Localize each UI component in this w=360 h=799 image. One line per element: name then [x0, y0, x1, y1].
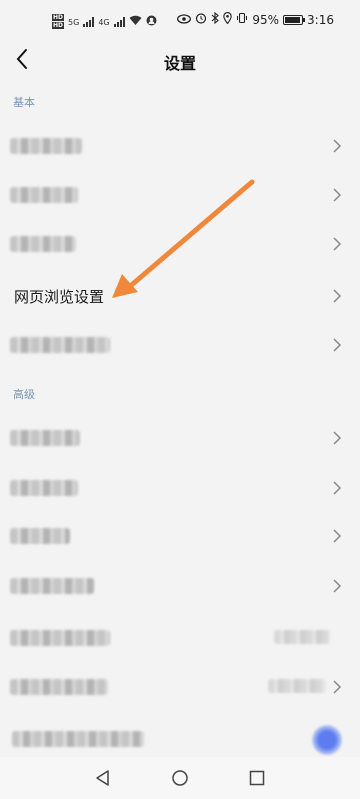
- blurred-label: [10, 430, 80, 446]
- chevron-right-icon: [332, 236, 342, 252]
- list-item[interactable]: [0, 512, 360, 560]
- chevron-right-icon: [332, 528, 342, 544]
- blurred-label: [10, 337, 110, 353]
- blurred-label: [10, 187, 78, 203]
- chevron-right-icon: [332, 288, 342, 304]
- location-icon: [223, 12, 233, 27]
- blurred-label: [10, 578, 94, 594]
- square-recents-icon: [249, 770, 265, 786]
- signal-icon-2: [113, 17, 125, 27]
- page-title: 设置: [163, 54, 196, 73]
- blurred-label: [10, 480, 78, 496]
- blurred-label: [10, 138, 82, 154]
- list-item[interactable]: [0, 171, 360, 219]
- list-item[interactable]: [0, 122, 360, 170]
- list-item[interactable]: [0, 220, 360, 268]
- list-item[interactable]: [0, 321, 360, 369]
- wifi-icon: [129, 15, 142, 29]
- blurred-label: [10, 236, 76, 252]
- status-bar: HD HD 5G 4G 95% 3:16: [0, 0, 360, 40]
- toggle-indicator: [312, 725, 342, 755]
- chevron-right-icon: [332, 578, 342, 594]
- sim-indicator: HD HD: [52, 14, 65, 30]
- list-item[interactable]: [0, 464, 360, 512]
- sim1-label: HD: [52, 14, 65, 21]
- list-item[interactable]: [0, 414, 360, 462]
- blurred-label: [10, 630, 110, 646]
- chevron-right-icon: [332, 138, 342, 154]
- chevron-right-icon: [332, 679, 342, 695]
- chevron-right-icon: [332, 430, 342, 446]
- status-bar-right: 95% 3:16: [177, 11, 334, 27]
- vibrate-icon: [236, 12, 248, 27]
- nav-recents-button[interactable]: [248, 769, 266, 787]
- circle-home-icon: [172, 770, 188, 786]
- blurred-label: [10, 528, 70, 544]
- network-type-1: 5G: [68, 17, 80, 27]
- clock: 3:16: [307, 12, 334, 27]
- chevron-right-icon: [332, 480, 342, 496]
- list-item[interactable]: [0, 614, 360, 662]
- chevron-right-icon: [332, 337, 342, 353]
- list-item-web-browsing-settings[interactable]: 网页浏览设置: [0, 272, 360, 320]
- battery-percent: 95%: [252, 12, 280, 27]
- section-title-basic: 基本: [13, 96, 35, 109]
- header: 设置: [0, 40, 360, 80]
- section-title-advanced: 高级: [13, 388, 35, 401]
- list-item[interactable]: [0, 562, 360, 610]
- chevron-right-icon: [332, 187, 342, 203]
- blurred-label: [12, 731, 144, 747]
- triangle-back-icon: [96, 770, 109, 786]
- alarm-icon: [195, 12, 207, 27]
- nav-home-button[interactable]: [171, 769, 189, 787]
- blurred-value: [268, 679, 326, 693]
- list-item-label: 网页浏览设置: [14, 288, 105, 306]
- navigation-bar: [0, 757, 360, 799]
- blurred-value: [274, 630, 330, 644]
- list-item[interactable]: [0, 663, 360, 711]
- sim2-label: HD: [52, 22, 65, 29]
- status-bar-left: HD HD 5G 4G: [52, 14, 157, 30]
- signal-icon: [83, 17, 95, 27]
- blurred-label: [10, 679, 108, 695]
- nav-back-button[interactable]: [94, 769, 112, 787]
- network-type-2: 4G: [98, 17, 110, 27]
- battery-icon: [283, 14, 306, 25]
- eye-icon: [177, 13, 192, 27]
- notification-icon: [146, 15, 157, 29]
- bluetooth-icon: [211, 11, 220, 27]
- list-item[interactable]: [0, 715, 360, 757]
